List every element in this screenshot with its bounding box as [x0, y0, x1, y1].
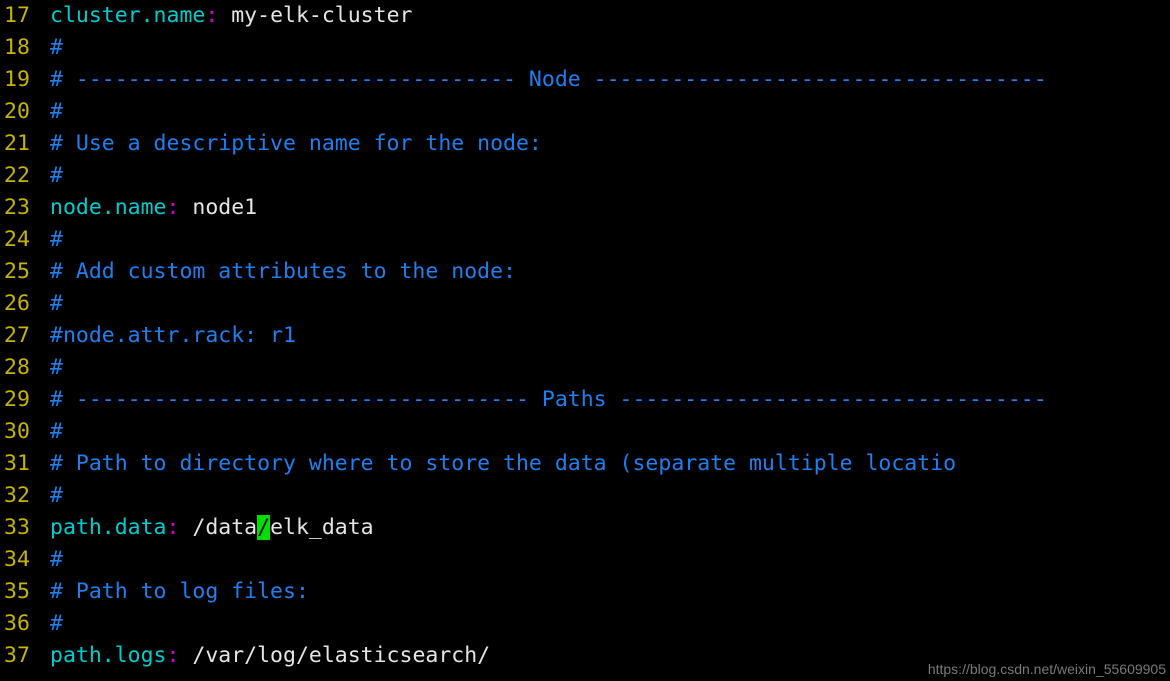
- code-token-comment: # Add custom attributes to the node:: [50, 259, 516, 284]
- code-token-comment: #: [50, 163, 63, 188]
- code-line[interactable]: 29 # ----------------------------------- …: [0, 384, 1170, 416]
- code-line[interactable]: 21 # Use a descriptive name for the node:: [0, 128, 1170, 160]
- code-line[interactable]: 20 #: [0, 96, 1170, 128]
- line-number: 29: [4, 387, 30, 412]
- line-number: 23: [4, 195, 30, 220]
- code-line[interactable]: 27 #node.attr.rack: r1: [0, 320, 1170, 352]
- code-token-comment: #: [50, 611, 63, 636]
- code-token-value: /var/log/elasticsearch/: [179, 643, 491, 668]
- code-token-comment: #node.attr.rack: r1: [50, 323, 296, 348]
- code-line[interactable]: 18 #: [0, 32, 1170, 64]
- code-token-comment: #: [50, 547, 63, 572]
- line-number: 25: [4, 259, 30, 284]
- line-number: 27: [4, 323, 30, 348]
- code-token-comment: # Use a descriptive name for the node:: [50, 131, 542, 156]
- code-line[interactable]: 34 #: [0, 544, 1170, 576]
- line-number: 32: [4, 483, 30, 508]
- line-number: 37: [4, 643, 30, 668]
- code-token-colon: :: [166, 515, 180, 540]
- line-number: 30: [4, 419, 30, 444]
- line-number: 22: [4, 163, 30, 188]
- text-cursor[interactable]: /: [257, 515, 271, 540]
- line-number: 21: [4, 131, 30, 156]
- line-number: 18: [4, 35, 30, 60]
- line-number: 26: [4, 291, 30, 316]
- code-line[interactable]: 32 #: [0, 480, 1170, 512]
- line-number: 33: [4, 515, 30, 540]
- line-number: 24: [4, 227, 30, 252]
- code-token-key: path.logs: [50, 643, 167, 668]
- code-token-value: node1: [179, 195, 258, 220]
- line-number: 35: [4, 579, 30, 604]
- code-line[interactable]: 28 #: [0, 352, 1170, 384]
- code-line[interactable]: 33 path.data: /data/elk_data: [0, 512, 1170, 544]
- line-number: 28: [4, 355, 30, 380]
- code-line[interactable]: 37 path.logs: /var/log/elasticsearch/: [0, 640, 1170, 672]
- code-token-comment: #: [50, 419, 63, 444]
- code-line[interactable]: 36 #: [0, 608, 1170, 640]
- code-line[interactable]: 24 #: [0, 224, 1170, 256]
- code-line[interactable]: 17 cluster.name: my-elk-cluster: [0, 0, 1170, 32]
- line-number: 34: [4, 547, 30, 572]
- code-line[interactable]: 22 #: [0, 160, 1170, 192]
- code-token-comment: #: [50, 227, 63, 252]
- line-number: 17: [4, 3, 30, 28]
- line-number: 19: [4, 67, 30, 92]
- code-token-colon: :: [166, 195, 180, 220]
- code-line[interactable]: 35 # Path to log files:: [0, 576, 1170, 608]
- code-line[interactable]: 31 # Path to directory where to store the…: [0, 448, 1170, 480]
- code-line[interactable]: 19 # ---------------------------------- N…: [0, 64, 1170, 96]
- code-token-colon: :: [205, 3, 219, 28]
- code-token-colon: :: [166, 643, 180, 668]
- line-number: 20: [4, 99, 30, 124]
- code-token-comment: #: [50, 483, 63, 508]
- code-token-comment: #: [50, 99, 63, 124]
- line-number: 31: [4, 451, 30, 476]
- code-token-comment: # ----------------------------------- Pa…: [50, 387, 1047, 412]
- code-token-key: path.data: [50, 515, 167, 540]
- code-line[interactable]: 26 #: [0, 288, 1170, 320]
- code-line[interactable]: 25 # Add custom attributes to the node:: [0, 256, 1170, 288]
- code-token-comment: #: [50, 35, 63, 60]
- code-token-value: my-elk-cluster: [218, 3, 413, 28]
- code-token-comment: #: [50, 291, 63, 316]
- code-editor-viewport[interactable]: 17 cluster.name: my-elk-cluster 18 #19 # ---…: [0, 0, 1170, 681]
- code-line[interactable]: 30 #: [0, 416, 1170, 448]
- code-token-value: /data: [179, 515, 258, 540]
- code-token-comment: # Path to directory where to store the d…: [50, 451, 957, 476]
- code-token-value: elk_data: [270, 515, 374, 540]
- code-token-comment: #: [50, 355, 63, 380]
- code-lines-container[interactable]: 17 cluster.name: my-elk-cluster 18 #19 # ---…: [0, 0, 1170, 672]
- line-number: 36: [4, 611, 30, 636]
- code-token-comment: # Path to log files:: [50, 579, 309, 604]
- code-token-comment: # ---------------------------------- Nod…: [50, 67, 1047, 92]
- code-token-key: cluster.name: [50, 3, 206, 28]
- code-line[interactable]: 23 node.name: node1: [0, 192, 1170, 224]
- code-token-key: node.name: [50, 195, 167, 220]
